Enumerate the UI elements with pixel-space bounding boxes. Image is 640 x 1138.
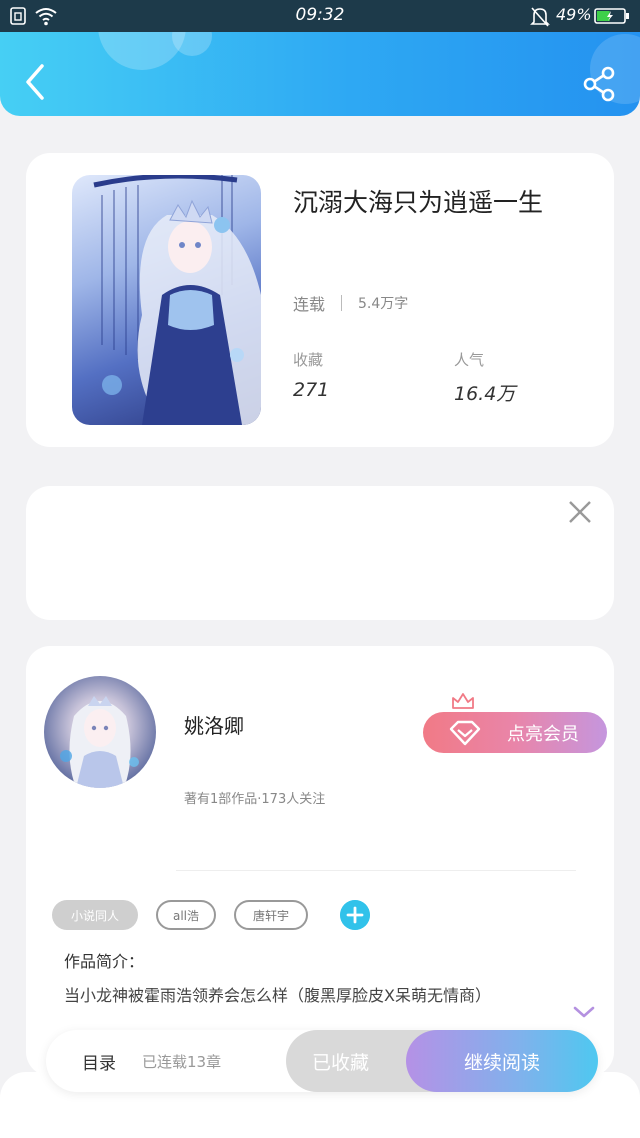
intro-label: 作品简介：: [64, 952, 145, 971]
word-count: 5.4万字: [358, 296, 409, 312]
continue-reading-button[interactable]: 继续阅读: [406, 1030, 598, 1092]
tag-chip[interactable]: 小说同人: [52, 900, 138, 930]
share-icon[interactable]: [580, 64, 620, 104]
avatar-illustration: [60, 696, 139, 788]
back-arrow-icon[interactable]: [22, 62, 52, 102]
section-divider: [176, 870, 576, 871]
book-cover-image[interactable]: [72, 175, 261, 425]
tag-chip[interactable]: 唐轩宇: [234, 900, 308, 930]
bottom-action-bar: 目录 已连载13章 已收藏 继续阅读: [46, 1030, 598, 1092]
crown-icon: [452, 693, 474, 709]
toc-label: 目录: [82, 1054, 116, 1074]
book-title: 沉溺大海只为逍遥一生: [293, 188, 544, 217]
cover-illustration: [93, 175, 261, 425]
meta-divider: [341, 295, 343, 311]
book-meta: 连载 5.4万字: [293, 291, 408, 315]
author-name[interactable]: 姚洛卿: [184, 710, 244, 739]
author-avatar[interactable]: [44, 676, 156, 788]
popularity-count: 16.4万: [454, 383, 516, 405]
collect-count: 271: [293, 379, 330, 401]
table-of-contents-button[interactable]: 目录 已连载13章: [46, 1030, 286, 1092]
author-card: 姚洛卿 著有1部作品·173人关注 点亮会员 小说同人 all浩 唐轩宇 作品简…: [26, 646, 614, 1076]
book-info-card: 沉溺大海只为逍遥一生 连载 5.4万字 收藏 271 人气 16.4万: [26, 153, 614, 447]
continue-reading-label: 继续阅读: [463, 1051, 540, 1074]
author-stats: 著有1部作品·173人关注: [184, 792, 326, 807]
diamond-icon: [449, 720, 481, 746]
ad-placeholder-card: [26, 486, 614, 620]
status-bar: 09:32 49%: [0, 0, 640, 32]
vip-membership-button[interactable]: 点亮会员: [423, 693, 607, 753]
mute-bell-icon: [530, 7, 550, 27]
collect-label: 收藏: [293, 351, 324, 369]
serial-status: 连载: [293, 295, 326, 314]
chapter-count: 已连载13章: [142, 1053, 222, 1071]
chevron-down-icon[interactable]: [572, 1004, 596, 1020]
popularity-label: 人气: [454, 351, 485, 369]
vip-button-label: 点亮会员: [507, 723, 579, 745]
intro-text: 当小龙神被霍雨浩领养会怎么样（腹黑厚脸皮X呆萌无情商）: [64, 986, 491, 1005]
battery-percent: 49%: [556, 5, 592, 24]
plus-icon[interactable]: [340, 900, 370, 930]
decor-bubble: [172, 32, 212, 56]
close-icon[interactable]: [566, 498, 594, 526]
tag-chip[interactable]: all浩: [156, 900, 216, 930]
battery-icon: [594, 8, 629, 24]
collected-label: 已收藏: [312, 1051, 370, 1074]
top-header: [0, 32, 640, 116]
